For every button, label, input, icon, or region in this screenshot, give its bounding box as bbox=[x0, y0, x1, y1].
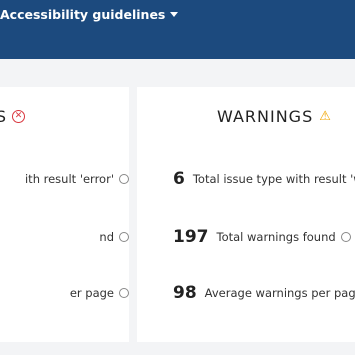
stat-label: ith result 'error' bbox=[24, 172, 114, 186]
warnings-title-text: WARNINGS bbox=[217, 106, 314, 126]
warnings-card: WARNINGS ⚠ 6 Total issue type with resul… bbox=[137, 87, 355, 342]
stat-value: 197 bbox=[173, 227, 209, 247]
x-circle-icon: ✕ bbox=[12, 109, 25, 123]
errors-stat-row: ith result 'error' bbox=[25, 167, 129, 191]
errors-title-text: S bbox=[0, 106, 7, 126]
warnings-stat-row: 6 Total issue type with result 'w bbox=[173, 167, 355, 191]
info-circle-icon[interactable] bbox=[119, 288, 129, 298]
info-circle-icon[interactable] bbox=[119, 174, 129, 184]
errors-card: S ✕ ith result 'error' nd er page bbox=[0, 87, 129, 342]
warning-triangle-icon: ⚠ bbox=[319, 108, 331, 124]
stat-label: Average warnings per page bbox=[204, 286, 355, 300]
stat-label: Total warnings found bbox=[216, 230, 336, 244]
info-circle-icon[interactable] bbox=[340, 232, 351, 242]
caret-down-icon bbox=[170, 11, 179, 17]
stat-value: 98 bbox=[173, 283, 197, 303]
warnings-stat-row: 98 Average warnings per page bbox=[173, 281, 355, 305]
info-circle-icon[interactable] bbox=[119, 232, 129, 242]
errors-card-title: S ✕ bbox=[0, 105, 25, 127]
accessibility-guidelines-dropdown[interactable]: Accessibility guidelines bbox=[0, 4, 179, 24]
warnings-stat-row: 197 Total warnings found bbox=[173, 225, 351, 249]
errors-stat-row: er page bbox=[70, 281, 129, 305]
stat-label: er page bbox=[69, 286, 114, 300]
errors-stat-row: nd bbox=[99, 225, 129, 249]
dropdown-label: Accessibility guidelines bbox=[0, 6, 166, 22]
top-navbar: Accessibility guidelines bbox=[0, 0, 355, 59]
stat-label: nd bbox=[99, 230, 114, 244]
stat-value: 6 bbox=[173, 169, 185, 189]
warnings-card-title: WARNINGS ⚠ bbox=[217, 105, 331, 127]
stat-label: Total issue type with result 'w bbox=[192, 172, 355, 186]
